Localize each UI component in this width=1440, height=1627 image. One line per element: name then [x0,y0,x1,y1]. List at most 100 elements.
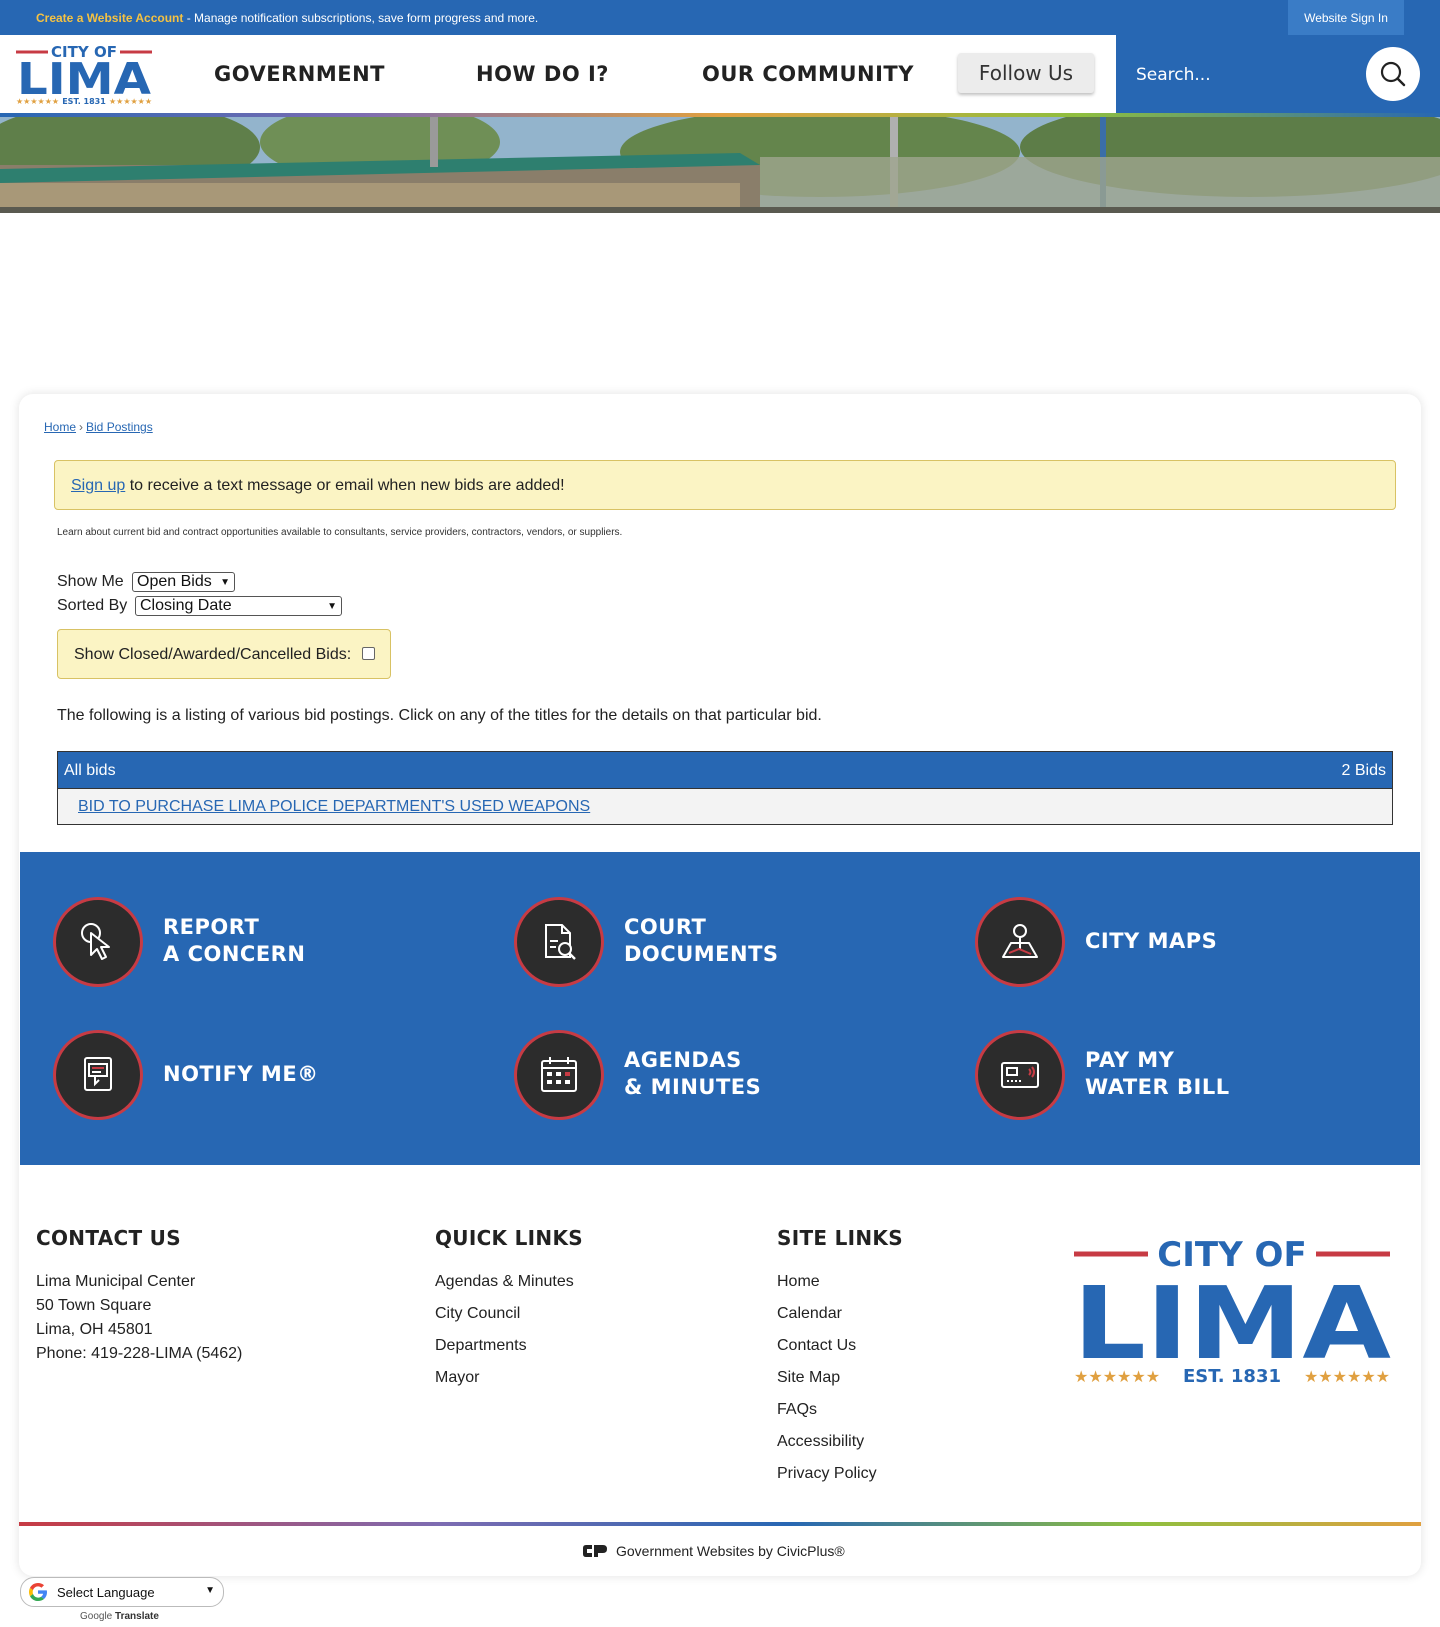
contact-us-heading: CONTACT US [36,1226,181,1250]
website-sign-in-button[interactable]: Website Sign In [1288,0,1404,35]
translate-word: Translate [115,1611,159,1622]
show-closed-label: Show Closed/Awarded/Cancelled Bids: [74,646,352,663]
alert-text: to receive a text message or email when … [125,477,565,494]
sign-up-link[interactable]: Sign up [71,477,125,494]
google-icon [29,1583,47,1601]
tile-icon-circle [514,897,604,987]
site-link-contact-us[interactable]: Contact Us [777,1337,856,1355]
search-button[interactable] [1366,47,1420,101]
intro-text: Learn about current bid and contract opp… [57,527,623,538]
svg-text:★★★★★★: ★★★★★★ [1074,1367,1160,1386]
tile-label-line1: COURT [624,915,707,939]
all-bids-label: All bids [64,762,116,779]
card-icon [1001,1062,1039,1088]
create-account-link[interactable]: Create a Website Account [36,11,183,25]
nav-how-do-i[interactable]: HOW DO I? [476,62,609,86]
sorted-by-label: Sorted By [57,597,128,614]
nav-our-community[interactable]: OUR COMMUNITY [702,62,914,86]
quick-link-departments[interactable]: Departments [435,1337,527,1355]
site-link-site-map[interactable]: Site Map [777,1369,840,1387]
chevron-down-icon: ▼ [205,1585,215,1596]
account-description: - Manage notification subscriptions, sav… [183,11,539,25]
footer-color-stripe [19,1522,1421,1526]
nav-government[interactable]: GOVERNMENT [214,62,385,86]
tile-icon-circle [53,1030,143,1120]
breadcrumb-bid-postings[interactable]: Bid Postings [86,420,153,434]
quick-link-mayor[interactable]: Mayor [435,1369,479,1387]
show-closed-panel: Show Closed/Awarded/Cancelled Bids: [57,629,391,679]
sorted-by-value: Closing Date [140,597,232,614]
search-panel: Search... [1116,35,1440,115]
tile-icon-circle [514,1030,604,1120]
civicplus-logo-icon [583,1545,607,1557]
site-link-home[interactable]: Home [777,1273,820,1291]
site-header: CITY OF LIMA ★★★★★★ EST. 1831 ★★★★★★ GOV… [0,35,1440,115]
svg-text:★★★★★★: ★★★★★★ [1304,1367,1390,1386]
svg-text:EST. 1831: EST. 1831 [62,97,106,106]
table-row: BID TO PURCHASE LIMA POLICE DEPARTMENT'S… [58,788,1392,824]
tile-label-line2: DOCUMENTS [624,942,779,966]
tile-label-line1: CITY MAPS [1085,929,1218,953]
tile-icon-circle [975,1030,1065,1120]
bid-title-link[interactable]: BID TO PURCHASE LIMA POLICE DEPARTMENT'S… [78,798,590,816]
breadcrumb-separator: › [79,420,84,434]
contact-line: Lima, OH 45801 [36,1321,153,1338]
bids-table: All bids 2 Bids BID TO PURCHASE LIMA POL… [57,751,1393,825]
show-me-label: Show Me [57,573,124,590]
follow-us-button[interactable]: Follow Us [958,53,1094,93]
quick-link-agendas[interactable]: Agendas & Minutes [435,1273,574,1291]
site-link-faqs[interactable]: FAQs [777,1401,817,1419]
tile-label-line2: A CONCERN [163,942,306,966]
breadcrumb-home[interactable]: Home [44,420,76,434]
contact-line: Lima Municipal Center [36,1273,196,1290]
show-me-value: Open Bids [137,573,212,590]
civicplus-credit[interactable]: Government Websites by CivicPlus® [582,1543,845,1559]
footer-city-logo[interactable]: CITY OF LIMA ★★★★★★ EST. 1831 ★★★★★★ [1070,1226,1394,1386]
city-logo[interactable]: CITY OF LIMA ★★★★★★ EST. 1831 ★★★★★★ [14,40,154,106]
show-me-select[interactable]: Open Bids ▼ [132,572,235,592]
civicplus-text: Government Websites by CivicPlus® [616,1543,845,1559]
hero-banner-image [0,117,1440,213]
google-wordmark: Google [80,1611,113,1622]
tile-icon-circle [53,897,143,987]
tile-label-line1: REPORT [163,915,260,939]
svg-text:EST. 1831: EST. 1831 [1183,1366,1281,1386]
select-language-label: Select Language [57,1584,155,1600]
powered-by-google: Google Translate [80,1611,159,1622]
svg-text:★★★★★★: ★★★★★★ [16,97,59,106]
quick-link-city-council[interactable]: City Council [435,1305,520,1323]
breadcrumb: Home › Bid Postings [44,420,153,434]
quick-links-heading: QUICK LINKS [435,1226,583,1250]
cursor-click-icon [81,923,110,960]
tile-label-line1: NOTIFY ME® [163,1062,319,1086]
sorted-by-select[interactable]: Closing Date ▼ [135,596,342,616]
listing-description: The following is a listing of various bi… [57,707,822,724]
language-select[interactable]: Select Language ▼ [20,1577,224,1607]
tile-label-line2: & MINUTES [624,1075,762,1099]
show-closed-checkbox[interactable] [362,647,375,660]
site-link-accessibility[interactable]: Accessibility [777,1433,864,1451]
search-input[interactable]: Search... [1136,65,1211,85]
bids-table-header: All bids 2 Bids [58,752,1392,788]
document-search-icon [545,924,576,960]
search-icon [1380,61,1406,87]
bid-count: 2 Bids [1341,762,1386,779]
site-link-calendar[interactable]: Calendar [777,1305,842,1323]
calendar-icon [541,1057,577,1092]
account-message: Create a Website Account - Manage notifi… [36,11,538,25]
contact-line: 50 Town Square [36,1297,152,1314]
chevron-down-icon: ▼ [327,600,337,612]
tile-label-line2: WATER BILL [1085,1075,1230,1099]
map-pin-icon [1002,924,1038,958]
signup-alert: Sign up to receive a text message or ema… [54,460,1396,510]
svg-text:★★★★★★: ★★★★★★ [109,97,152,106]
site-links-heading: SITE LINKS [777,1226,903,1250]
top-utility-bar: Create a Website Account - Manage notifi… [0,0,1440,35]
svg-text:LIMA: LIMA [1073,1265,1391,1382]
tile-label-line1: AGENDAS [624,1048,742,1072]
quick-tiles-section: REPORT A CONCERN COURT DOCUMENTS CITY MA… [20,852,1420,1165]
tile-icon-circle [975,897,1065,987]
contact-phone: Phone: 419-228-LIMA (5462) [36,1345,243,1362]
tile-label-line1: PAY MY [1085,1048,1175,1072]
site-link-privacy-policy[interactable]: Privacy Policy [777,1465,877,1483]
